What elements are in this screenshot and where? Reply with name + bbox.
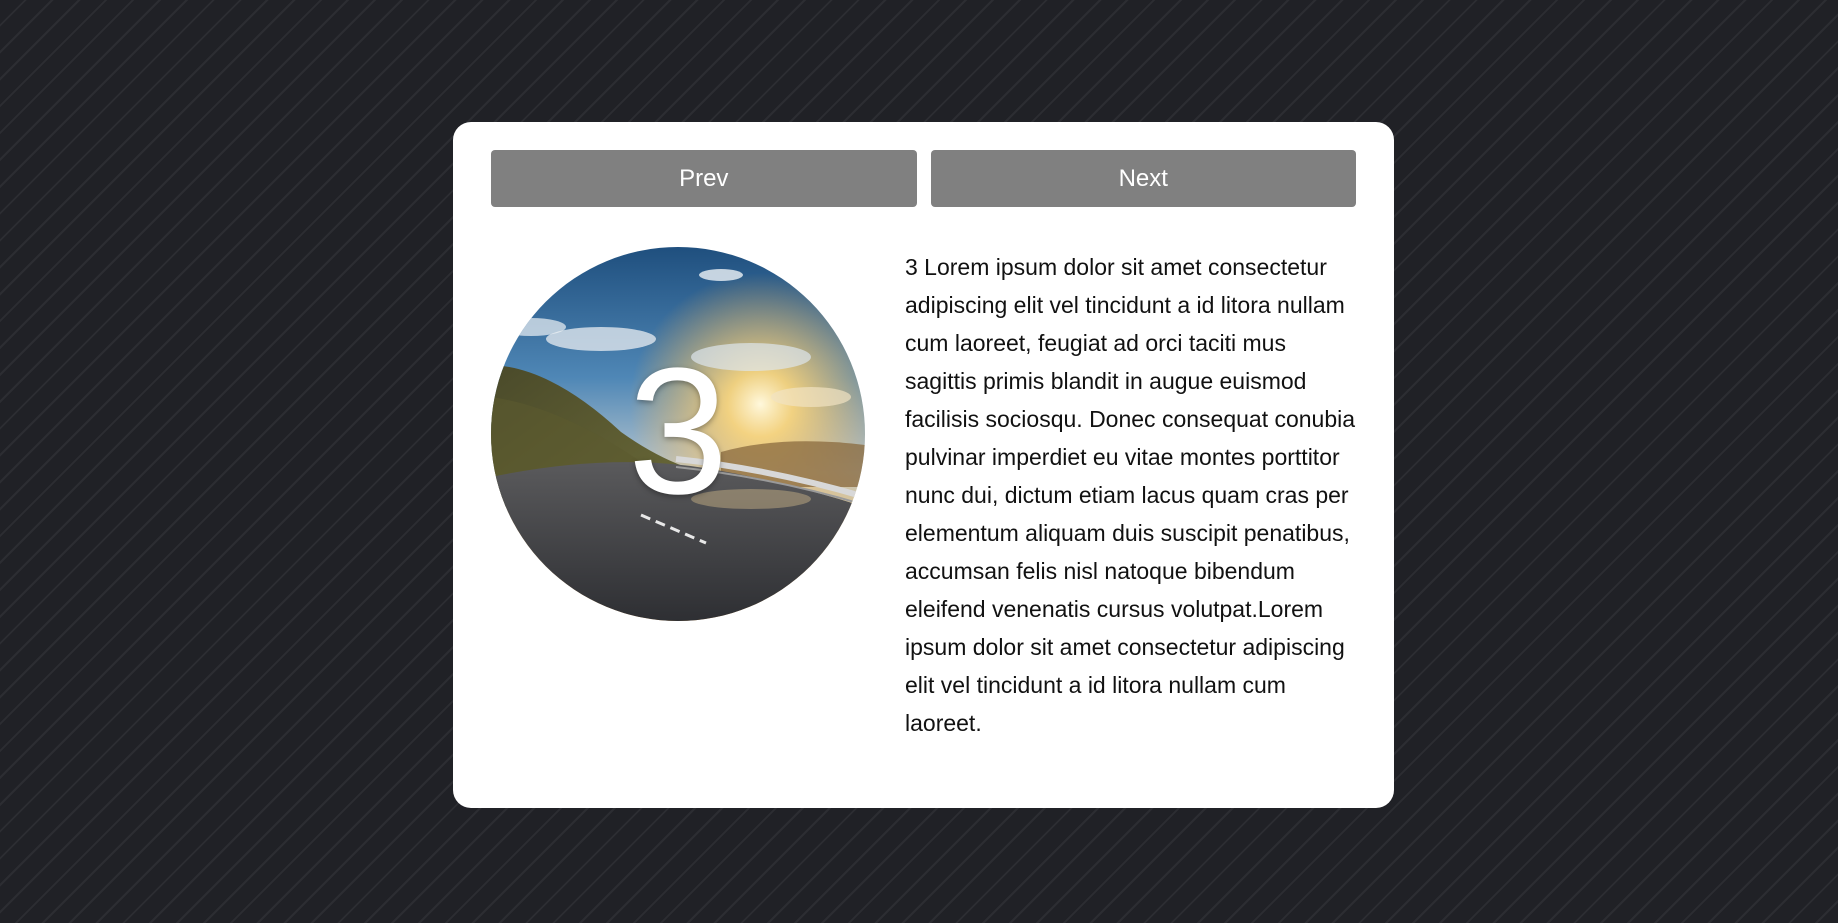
slide-description: 3 Lorem ipsum dolor sit amet consectetur…: [905, 254, 1356, 736]
slide-image: 3: [491, 247, 865, 621]
slider-nav: Prev Next: [491, 150, 1356, 207]
slide-number: 3: [627, 331, 729, 532]
prev-button[interactable]: Prev: [491, 150, 917, 207]
slider-card: Prev Next 3 3 Lorem ipsum dolor sit amet…: [453, 122, 1394, 808]
next-button[interactable]: Next: [930, 150, 1356, 207]
